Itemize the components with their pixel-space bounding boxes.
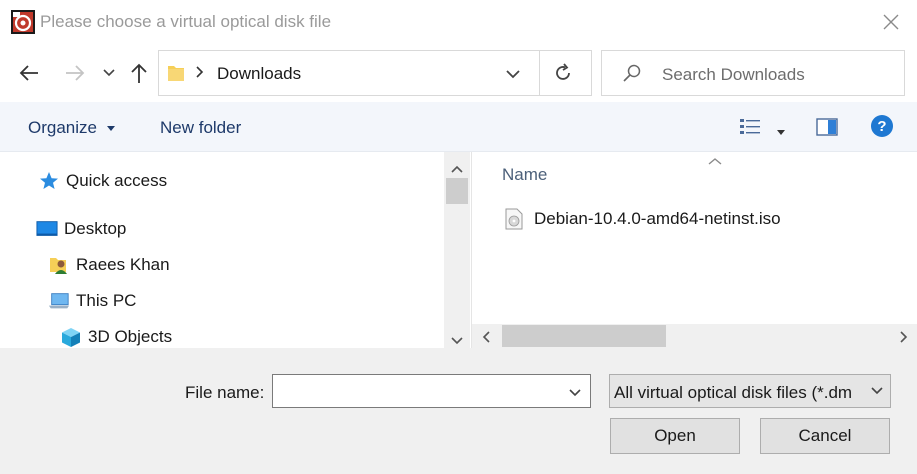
organize-dropdown-icon — [106, 125, 115, 131]
sidebar-item-3d-objects[interactable]: 3D Objects — [60, 326, 172, 348]
list-item[interactable]: Debian-10.4.0-amd64-netinst.iso — [504, 208, 781, 230]
file-type-chevron-icon[interactable] — [864, 375, 890, 407]
recent-locations-chevron-icon[interactable] — [100, 62, 118, 84]
virtualbox-app-icon — [11, 10, 35, 34]
sidebar-item-label: 3D Objects — [88, 327, 173, 346]
disc-image-icon — [504, 208, 524, 230]
sidebar-item-label: Raees Khan — [76, 255, 170, 274]
search-box[interactable]: Search Downloads — [601, 50, 905, 96]
file-type-select[interactable]: All virtual optical disk files (*.dm — [609, 374, 891, 408]
search-icon — [622, 63, 642, 88]
file-name-field[interactable] — [272, 374, 591, 408]
navigation-bar: Downloads Search Downloads — [0, 44, 917, 102]
breadcrumb-downloads[interactable]: Downloads — [217, 64, 301, 84]
sidebar-item-label: Quick access — [66, 171, 168, 190]
scroll-up-chevron-icon[interactable] — [451, 160, 463, 178]
dialog-footer: File name: All virtual optical disk file… — [0, 348, 917, 474]
file-name-label: File name: — [185, 383, 265, 402]
title-bar: Please choose a virtual optical disk fil… — [0, 0, 917, 44]
back-arrow-icon[interactable] — [16, 62, 42, 84]
organize-label: Organize — [28, 118, 97, 137]
column-header-name[interactable]: Name — [502, 165, 547, 185]
organize-button[interactable]: Organize — [28, 118, 116, 138]
scroll-left-chevron-icon[interactable] — [482, 330, 490, 348]
star-icon — [38, 170, 60, 192]
folder-icon — [167, 63, 185, 88]
sidebar-item-desktop[interactable]: Desktop — [36, 218, 126, 240]
file-type-value: All virtual optical disk files (*.dm — [614, 383, 853, 402]
file-list-pane: Name Debian-10.4.0-amd64-netinst.iso — [471, 152, 917, 348]
open-button[interactable]: Open — [610, 418, 740, 454]
scroll-right-chevron-icon[interactable] — [900, 330, 908, 348]
sidebar-item-raees-khan[interactable]: Raees Khan — [48, 254, 170, 276]
command-toolbar: Organize New folder ? — [0, 102, 917, 152]
desktop-icon — [36, 218, 58, 240]
new-folder-button[interactable]: New folder — [160, 118, 241, 138]
sort-ascending-icon — [708, 152, 722, 170]
view-options-icon[interactable] — [738, 116, 764, 143]
file-name-dropdown-chevron-icon[interactable] — [568, 385, 582, 403]
scrollbar-thumb[interactable] — [446, 178, 468, 204]
sidebar-item-this-pc[interactable]: This PC — [48, 290, 136, 312]
address-divider — [539, 51, 540, 95]
up-arrow-icon[interactable] — [128, 62, 150, 84]
address-bar[interactable]: Downloads — [158, 50, 592, 96]
close-icon[interactable] — [880, 11, 902, 33]
view-dropdown-icon[interactable] — [776, 124, 786, 142]
scrollbar-thumb[interactable] — [502, 325, 666, 347]
cube-icon — [60, 326, 82, 348]
preview-pane-icon[interactable] — [815, 116, 839, 143]
user-folder-icon — [48, 254, 70, 276]
address-dropdown-chevron-icon[interactable] — [505, 66, 521, 84]
sidebar-item-label: This PC — [76, 291, 137, 310]
navigation-pane-scrollbar[interactable] — [444, 152, 470, 348]
navigation-pane: Quick access Desktop Raees Khan This PC — [0, 152, 470, 348]
sidebar-item-quick-access[interactable]: Quick access — [38, 170, 167, 192]
search-input[interactable]: Search Downloads — [662, 65, 805, 85]
computer-icon — [48, 290, 70, 312]
file-name: Debian-10.4.0-amd64-netinst.iso — [534, 209, 781, 228]
cancel-button[interactable]: Cancel — [760, 418, 890, 454]
file-list-scrollbar[interactable] — [472, 324, 917, 348]
help-icon[interactable]: ? — [870, 114, 894, 143]
forward-arrow-icon[interactable] — [62, 62, 88, 84]
window-title: Please choose a virtual optical disk fil… — [40, 12, 332, 31]
sidebar-item-label: Desktop — [64, 219, 127, 238]
refresh-icon[interactable] — [553, 63, 573, 88]
svg-text:?: ? — [877, 118, 886, 135]
breadcrumb-chevron-icon[interactable] — [195, 65, 205, 82]
